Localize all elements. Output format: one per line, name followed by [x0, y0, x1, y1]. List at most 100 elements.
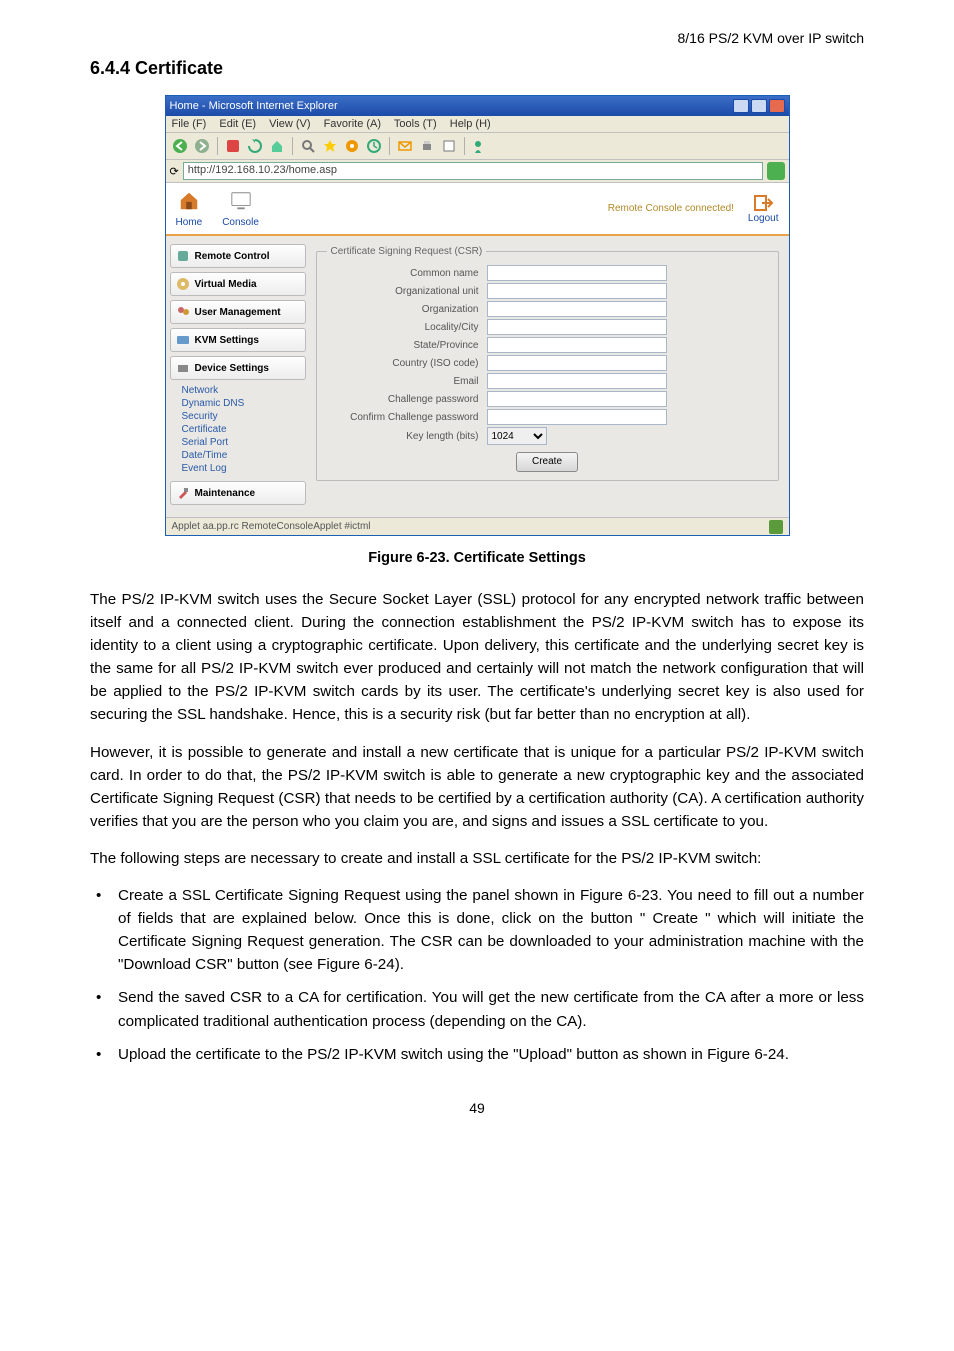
- statusbar-text: Applet aa.pp.rc RemoteConsoleApplet #ict…: [172, 521, 371, 532]
- sidebar-item-remote-control[interactable]: Remote Control: [170, 244, 306, 268]
- csr-fieldset: Certificate Signing Request (CSR) Common…: [316, 246, 779, 481]
- go-button[interactable]: [767, 162, 785, 180]
- window-titlebar: Home - Microsoft Internet Explorer: [166, 96, 789, 116]
- subitem-date-time[interactable]: Date/Time: [174, 449, 306, 462]
- label-confirm-challenge: Confirm Challenge password: [327, 412, 487, 423]
- favorites-icon[interactable]: [320, 136, 340, 156]
- page-number: 49: [90, 1100, 864, 1116]
- sidebar-item-device-settings[interactable]: Device Settings: [170, 356, 306, 380]
- input-locality[interactable]: [487, 319, 667, 335]
- input-email[interactable]: [487, 373, 667, 389]
- logout-nav[interactable]: Logout: [748, 193, 779, 224]
- sidebar-item-label: Virtual Media: [195, 279, 257, 290]
- console-nav[interactable]: Console: [222, 189, 259, 228]
- bullet-2: Send the saved CSR to a CA for certifica…: [90, 986, 864, 1032]
- main-panel: Certificate Signing Request (CSR) Common…: [306, 236, 789, 517]
- sidebar: Remote Control Virtual Media User Manage…: [166, 236, 306, 517]
- window-maximize-icon[interactable]: [751, 99, 767, 113]
- sidebar-item-user-management[interactable]: User Management: [170, 300, 306, 324]
- logout-icon: [752, 193, 774, 213]
- input-country[interactable]: [487, 355, 667, 371]
- window-title: Home - Microsoft Internet Explorer: [170, 100, 338, 112]
- home-toolbar-icon[interactable]: [267, 136, 287, 156]
- window-close-icon[interactable]: [769, 99, 785, 113]
- history-icon[interactable]: [364, 136, 384, 156]
- kvm-settings-icon: [175, 332, 191, 348]
- toolbar-separator: [217, 137, 218, 155]
- input-common-name[interactable]: [487, 265, 667, 281]
- figure-caption: Figure 6-23. Certificate Settings: [90, 550, 864, 566]
- home-nav[interactable]: Home: [176, 189, 203, 228]
- bullet-1: Create a SSL Certificate Signing Request…: [90, 884, 864, 976]
- search-icon[interactable]: [298, 136, 318, 156]
- menu-favorite[interactable]: Favorite (A): [324, 118, 381, 130]
- menu-edit[interactable]: Edit (E): [219, 118, 256, 130]
- input-challenge[interactable]: [487, 391, 667, 407]
- virtual-media-icon: [175, 276, 191, 292]
- browser-toolbar: [166, 133, 789, 160]
- label-organization: Organization: [327, 304, 487, 315]
- create-button[interactable]: Create: [516, 452, 578, 472]
- sidebar-item-label: Device Settings: [195, 363, 269, 374]
- label-org-unit: Organizational unit: [327, 286, 487, 297]
- input-organization[interactable]: [487, 301, 667, 317]
- address-input[interactable]: http://192.168.10.23/home.asp: [183, 162, 763, 180]
- menu-file[interactable]: File (F): [172, 118, 207, 130]
- sidebar-item-maintenance[interactable]: Maintenance: [170, 481, 306, 505]
- remote-control-icon: [175, 248, 191, 264]
- input-confirm-challenge[interactable]: [487, 409, 667, 425]
- subitem-dynamic-dns[interactable]: Dynamic DNS: [174, 397, 306, 410]
- subitem-event-log[interactable]: Event Log: [174, 462, 306, 475]
- sidebar-item-label: User Management: [195, 307, 281, 318]
- subitem-security[interactable]: Security: [174, 410, 306, 423]
- input-state[interactable]: [487, 337, 667, 353]
- user-management-icon: [175, 304, 191, 320]
- window-buttons: [733, 99, 785, 113]
- toolbar-separator: [292, 137, 293, 155]
- subitem-certificate[interactable]: Certificate: [174, 423, 306, 436]
- subitem-network[interactable]: Network: [174, 384, 306, 397]
- back-icon[interactable]: [170, 136, 190, 156]
- maintenance-icon: [175, 485, 191, 501]
- app-header: Home Console Remote Console connected! L…: [166, 183, 789, 236]
- browser-window: Home - Microsoft Internet Explorer File …: [165, 95, 790, 536]
- section-heading: 6.4.4 Certificate: [90, 58, 864, 79]
- messenger-icon[interactable]: [470, 136, 490, 156]
- security-zone-icon: [769, 520, 783, 534]
- forward-icon[interactable]: [192, 136, 212, 156]
- edit-icon[interactable]: [439, 136, 459, 156]
- label-email: Email: [327, 376, 487, 387]
- menubar: File (F) Edit (E) View (V) Favorite (A) …: [166, 116, 789, 133]
- toolbar-separator: [389, 137, 390, 155]
- console-icon: [228, 189, 254, 213]
- header-product-label: 8/16 PS/2 KVM over IP switch: [90, 30, 864, 46]
- menu-tools[interactable]: Tools (T): [394, 118, 437, 130]
- menu-help[interactable]: Help (H): [450, 118, 491, 130]
- label-challenge: Challenge password: [327, 394, 487, 405]
- menu-view[interactable]: View (V): [269, 118, 310, 130]
- label-country: Country (ISO code): [327, 358, 487, 369]
- print-icon[interactable]: [417, 136, 437, 156]
- stop-icon[interactable]: [223, 136, 243, 156]
- sidebar-item-virtual-media[interactable]: Virtual Media: [170, 272, 306, 296]
- device-settings-subitems: Network Dynamic DNS Security Certificate…: [174, 384, 306, 475]
- browser-statusbar: Applet aa.pp.rc RemoteConsoleApplet #ict…: [166, 517, 789, 535]
- paragraph-3: The following steps are necessary to cre…: [90, 847, 864, 870]
- window-minimize-icon[interactable]: [733, 99, 749, 113]
- address-bar: ⟳ http://192.168.10.23/home.asp: [166, 160, 789, 183]
- device-settings-icon: [175, 360, 191, 376]
- refresh-icon[interactable]: [245, 136, 265, 156]
- subitem-serial-port[interactable]: Serial Port: [174, 436, 306, 449]
- home-icon: [176, 189, 202, 213]
- label-state: State/Province: [327, 340, 487, 351]
- media-icon[interactable]: [342, 136, 362, 156]
- input-org-unit[interactable]: [487, 283, 667, 299]
- select-key-length[interactable]: 1024: [487, 427, 547, 445]
- csr-legend: Certificate Signing Request (CSR): [327, 246, 487, 257]
- sidebar-item-label: Maintenance: [195, 488, 256, 499]
- connection-status: Remote Console connected!: [608, 203, 734, 214]
- paragraph-1: The PS/2 IP-KVM switch uses the Secure S…: [90, 588, 864, 727]
- mail-icon[interactable]: [395, 136, 415, 156]
- label-locality: Locality/City: [327, 322, 487, 333]
- sidebar-item-kvm-settings[interactable]: KVM Settings: [170, 328, 306, 352]
